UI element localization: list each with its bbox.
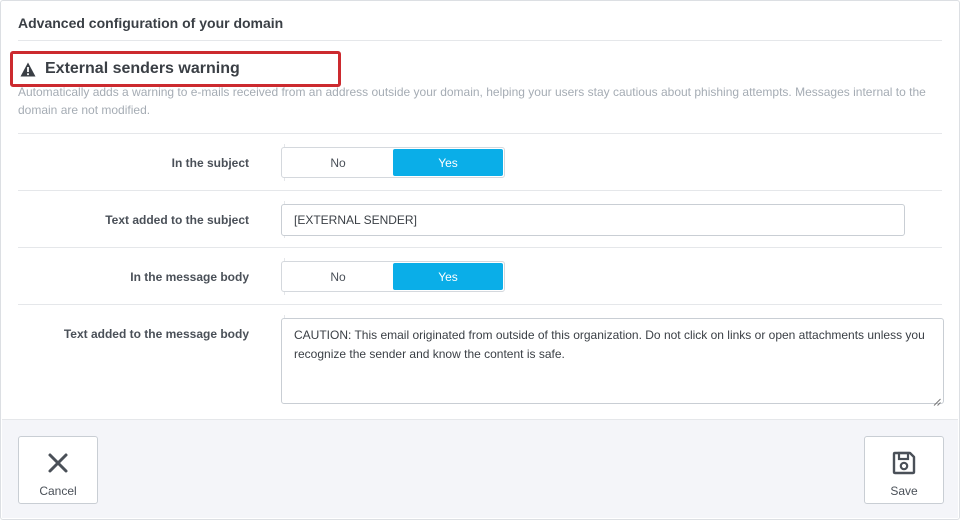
save-button[interactable]: Save	[864, 436, 944, 504]
footer-bar: Cancel Save	[2, 419, 958, 518]
cancel-button[interactable]: Cancel	[18, 436, 98, 504]
in-subject-option-no[interactable]: No	[283, 149, 393, 176]
body-text-textarea[interactable]: CAUTION: This email originated from outs…	[281, 318, 944, 406]
body-text-value: CAUTION: This email originated from outs…	[294, 328, 925, 361]
subject-text-label: Text added to the subject	[105, 213, 249, 227]
section-title: External senders warning	[45, 60, 240, 77]
section-description: Automatically adds a warning to e-mails …	[18, 85, 926, 117]
floppy-disk-icon	[890, 449, 918, 477]
in-body-option-yes[interactable]: Yes	[393, 263, 503, 290]
in-subject-toggle[interactable]: No Yes	[281, 147, 505, 178]
panel-title: Advanced configuration of your domain	[18, 15, 284, 31]
section-header: External senders warning	[10, 51, 341, 87]
subject-text-input[interactable]: [EXTERNAL SENDER]	[281, 204, 905, 236]
row-body-text: Text added to the message body CAUTION: …	[18, 304, 944, 419]
in-subject-label: In the subject	[171, 156, 249, 170]
row-in-body: In the message body No Yes	[18, 247, 942, 304]
body-text-label: Text added to the message body	[63, 327, 249, 341]
domain-config-panel: Advanced configuration of your domain Ex…	[0, 0, 960, 520]
in-subject-option-yes[interactable]: Yes	[393, 149, 503, 176]
in-body-option-no[interactable]: No	[283, 263, 393, 290]
in-body-label: In the message body	[130, 270, 249, 284]
row-in-subject: In the subject No Yes	[18, 133, 942, 190]
title-divider	[18, 40, 942, 41]
save-label: Save	[890, 484, 918, 498]
cancel-label: Cancel	[39, 484, 77, 498]
warning-icon	[19, 60, 37, 78]
close-icon	[44, 449, 72, 477]
in-body-toggle[interactable]: No Yes	[281, 261, 505, 292]
row-subject-text: Text added to the subject [EXTERNAL SEND…	[18, 190, 942, 247]
resize-grip-icon[interactable]	[933, 393, 941, 406]
